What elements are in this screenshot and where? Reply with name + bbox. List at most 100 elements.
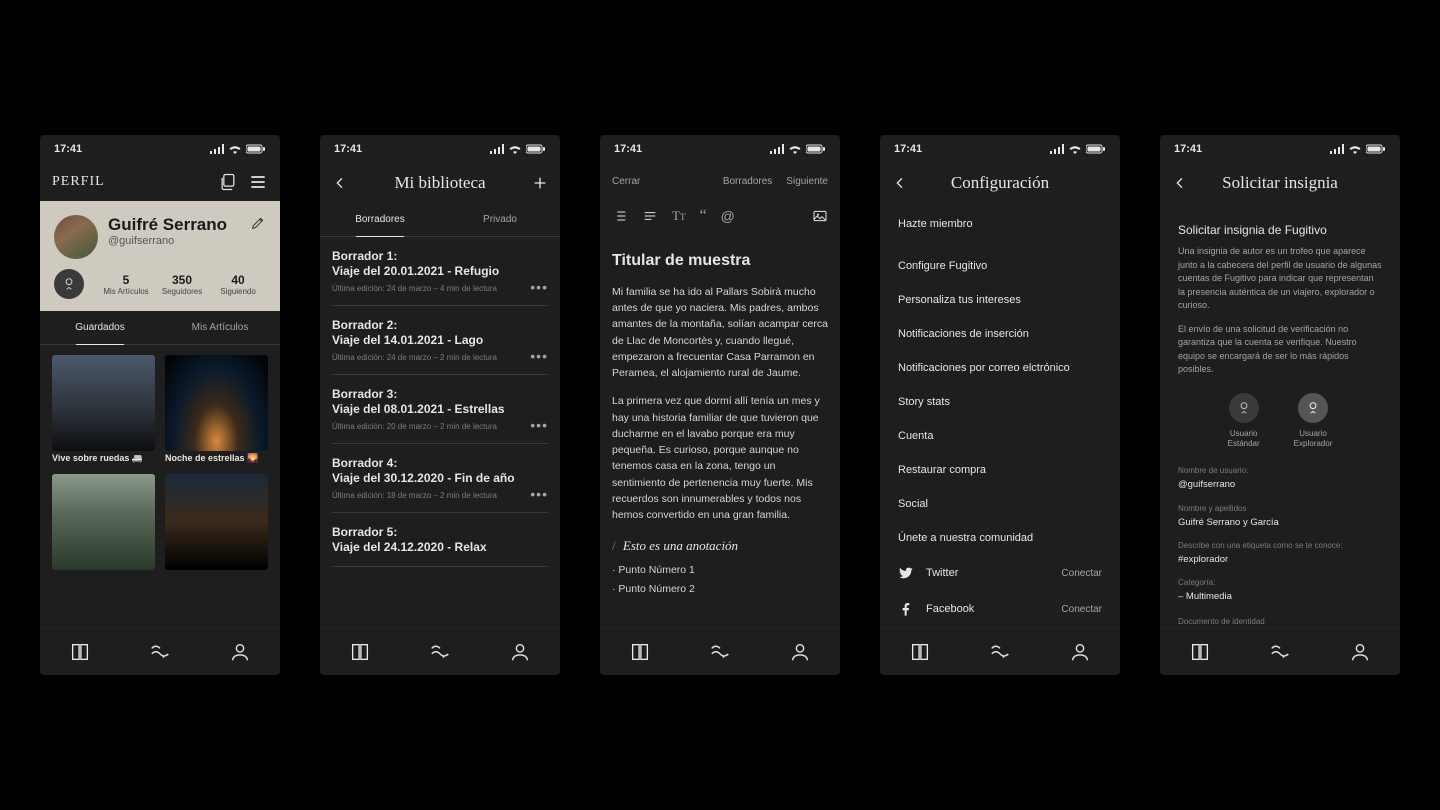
tab-my-articles[interactable]: Mis Artículos — [160, 311, 280, 344]
nav-library-icon[interactable] — [1189, 641, 1211, 663]
nav-profile-icon[interactable] — [1069, 641, 1091, 663]
nav-library-icon[interactable] — [349, 641, 371, 663]
battery-icon — [806, 144, 826, 154]
saved-item[interactable] — [52, 474, 155, 570]
signal-icon — [210, 144, 224, 154]
saved-item[interactable] — [165, 474, 268, 570]
badge-icon[interactable] — [54, 269, 84, 299]
back-icon[interactable] — [332, 175, 348, 191]
nav-library-icon[interactable] — [69, 641, 91, 663]
draft-row[interactable]: Borrador 1:Viaje del 20.01.2021 - Refugi… — [332, 237, 548, 306]
menu-icon[interactable] — [248, 172, 268, 192]
drafts-link[interactable]: Borradores — [723, 176, 772, 187]
nav-profile-icon[interactable] — [789, 641, 811, 663]
add-icon[interactable] — [532, 175, 548, 191]
settings-item[interactable]: Cuenta — [898, 419, 1102, 453]
draft-row[interactable]: Borrador 5:Viaje del 24.12.2020 - Relax — [332, 513, 548, 567]
draft-label: Borrador 5: — [332, 525, 548, 539]
copy-icon[interactable] — [218, 172, 238, 192]
settings-item[interactable]: Configure Fugitivo — [898, 249, 1102, 283]
tab-drafts[interactable]: Borradores — [320, 203, 440, 236]
back-icon[interactable] — [892, 175, 908, 191]
social-label: Twitter — [926, 567, 1049, 579]
settings-item[interactable]: Social — [898, 487, 1102, 521]
tab-private[interactable]: Privado — [440, 203, 560, 236]
more-icon[interactable]: ••• — [530, 486, 548, 502]
draft-row[interactable]: Borrador 4:Viaje del 30.12.2020 - Fin de… — [332, 444, 548, 513]
nav-profile-icon[interactable] — [1349, 641, 1371, 663]
edit-icon[interactable] — [250, 215, 266, 231]
screen-profile: 17:41 PERFIL Guifré Serrano @guifserrano — [40, 135, 280, 675]
close-button[interactable]: Cerrar — [612, 176, 640, 187]
saved-item[interactable]: Noche de estrellas 🌄 — [165, 355, 268, 464]
settings-item[interactable]: Únete a nuestra comunidad — [898, 521, 1102, 555]
draft-meta: Última edición: 24 de marzo – 4 min de l… — [332, 284, 548, 293]
more-icon[interactable]: ••• — [530, 279, 548, 295]
mention-icon[interactable]: @ — [721, 208, 735, 224]
list-lines-icon[interactable] — [642, 208, 658, 224]
list-bullets-icon[interactable] — [612, 208, 628, 224]
nav-explore-icon[interactable] — [709, 641, 731, 663]
tab-saved[interactable]: Guardados — [40, 311, 160, 344]
social-label: Facebook — [926, 603, 1049, 615]
more-icon[interactable]: ••• — [530, 417, 548, 433]
section-heading: Solicitar insignia de Fugitivo — [1178, 221, 1382, 239]
battery-icon — [526, 144, 546, 154]
badge-option-explorer[interactable]: Usuario Explorador — [1294, 393, 1333, 450]
nav-library-icon[interactable] — [909, 641, 931, 663]
draft-label: Borrador 4: — [332, 456, 548, 470]
settings-header: Configuración — [880, 163, 1120, 203]
facebook-icon — [898, 601, 914, 617]
more-icon[interactable]: ••• — [530, 348, 548, 364]
draft-row[interactable]: Borrador 3:Viaje del 08.01.2021 - Estrel… — [332, 375, 548, 444]
quote-icon[interactable]: “ — [699, 207, 706, 225]
settings-item[interactable]: Restaurar compra — [898, 453, 1102, 487]
status-bar: 17:41 — [320, 135, 560, 163]
connect-button[interactable]: Conectar — [1061, 604, 1102, 615]
status-bar: 17:41 — [880, 135, 1120, 163]
nav-explore-icon[interactable] — [429, 641, 451, 663]
signal-icon — [770, 144, 784, 154]
wifi-icon — [1068, 144, 1082, 154]
settings-item[interactable]: Hazte miembro — [898, 207, 1102, 241]
nav-explore-icon[interactable] — [989, 641, 1011, 663]
settings-item[interactable]: Notificaciones por correo elctrónico — [898, 351, 1102, 385]
next-button[interactable]: Siguiente — [786, 176, 828, 187]
draft-meta: Última edición: 20 de marzo – 2 min de l… — [332, 422, 548, 431]
connect-button[interactable]: Conectar — [1061, 568, 1102, 579]
thumbnail — [165, 474, 268, 570]
library-tabs: Borradores Privado — [320, 203, 560, 237]
settings-item[interactable]: Notificaciones de inserción — [898, 317, 1102, 351]
draft-title: Viaje del 20.01.2021 - Refugio — [332, 264, 548, 278]
status-icons — [490, 144, 546, 154]
draft-title: Viaje del 30.12.2020 - Fin de año — [332, 471, 548, 485]
signal-icon — [1330, 144, 1344, 154]
nav-library-icon[interactable] — [629, 641, 651, 663]
nav-profile-icon[interactable] — [509, 641, 531, 663]
stat-articles[interactable]: 5 Mis Artículos — [98, 273, 154, 296]
social-facebook[interactable]: Facebook Conectar — [898, 591, 1102, 627]
nav-profile-icon[interactable] — [229, 641, 251, 663]
image-icon[interactable] — [812, 208, 828, 224]
settings-item[interactable]: Story stats — [898, 385, 1102, 419]
badge-option-standard[interactable]: Usuario Estándar — [1228, 393, 1260, 450]
bottom-nav — [880, 627, 1120, 675]
status-icons — [770, 144, 826, 154]
social-twitter[interactable]: Twitter Conectar — [898, 555, 1102, 591]
stat-following[interactable]: 40 Siguiendo — [210, 273, 266, 296]
draft-list[interactable]: Borrador 1:Viaje del 20.01.2021 - Refugi… — [320, 237, 560, 675]
badge-label: Usuario Explorador — [1294, 429, 1333, 450]
signal-icon — [490, 144, 504, 154]
back-icon[interactable] — [1172, 175, 1188, 191]
saved-item[interactable]: Vive sobre ruedas 🚐 — [52, 355, 155, 464]
library-header: Mi biblioteca — [320, 163, 560, 203]
editor-body[interactable]: Titular de muestra Mi familia se ha ido … — [600, 233, 840, 608]
page-title: PERFIL — [52, 174, 105, 190]
text-style-icon[interactable]: TT — [672, 208, 685, 224]
nav-explore-icon[interactable] — [149, 641, 171, 663]
avatar[interactable] — [54, 215, 98, 259]
settings-item[interactable]: Personaliza tus intereses — [898, 283, 1102, 317]
nav-explore-icon[interactable] — [1269, 641, 1291, 663]
stat-followers[interactable]: 350 Seguidores — [154, 273, 210, 296]
draft-row[interactable]: Borrador 2:Viaje del 14.01.2021 - LagoÚl… — [332, 306, 548, 375]
